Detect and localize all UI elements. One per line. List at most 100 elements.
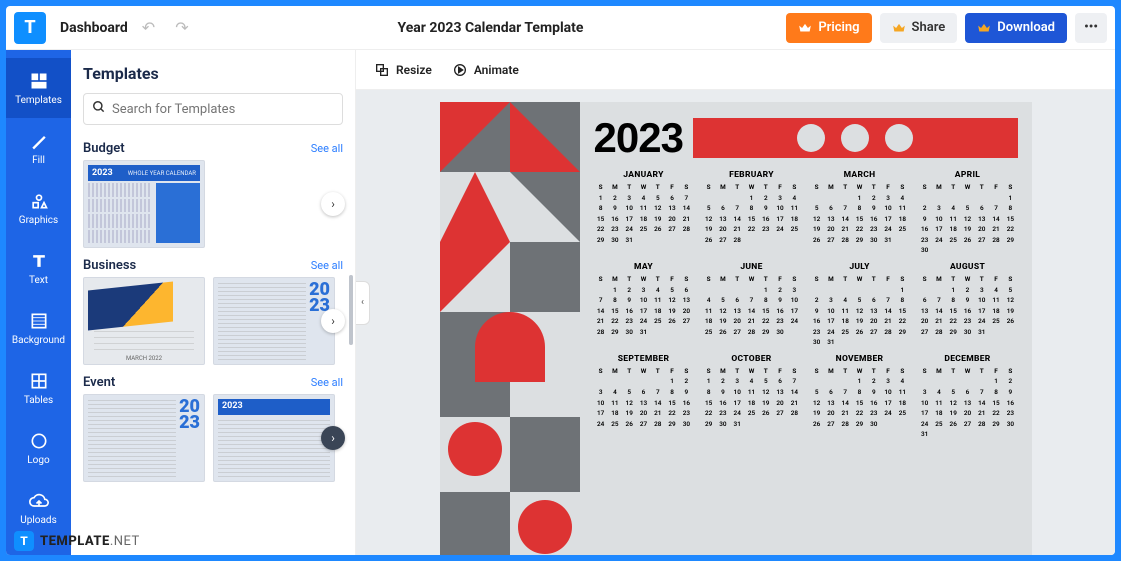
dow-header: T xyxy=(759,366,773,377)
rail-item-tables[interactable]: Tables xyxy=(6,358,71,418)
day-cell: 27 xyxy=(918,327,932,338)
pricing-button[interactable]: Pricing xyxy=(786,13,871,43)
day-cell: 5 xyxy=(622,387,636,398)
day-cell: 7 xyxy=(651,387,665,398)
day-cell: 8 xyxy=(702,387,716,398)
day-cell: 9 xyxy=(716,387,730,398)
search-field[interactable] xyxy=(112,102,334,117)
dow-header: M xyxy=(716,182,730,193)
rail-item-templates[interactable]: Templates xyxy=(6,58,71,118)
month-name: MAY xyxy=(594,262,694,272)
seeall-event[interactable]: See all xyxy=(311,376,343,389)
calendar-artwork xyxy=(440,102,580,555)
day-cell: 4 xyxy=(989,285,1003,296)
download-button[interactable]: Download xyxy=(965,13,1067,43)
dow-header: T xyxy=(759,182,773,193)
template-thumb[interactable]: 2023WHOLE YEAR CALENDAR xyxy=(83,160,205,248)
day-cell: 26 xyxy=(759,408,773,419)
search-templates-input[interactable] xyxy=(83,93,343,125)
dow-header: W xyxy=(852,274,866,285)
day-cell: 6 xyxy=(730,295,744,306)
day-cell: 3 xyxy=(881,193,895,204)
dow-header: F xyxy=(989,274,1003,285)
animate-button[interactable]: Animate xyxy=(452,62,519,78)
dow-header: F xyxy=(989,182,1003,193)
template-thumb[interactable]: 2023 xyxy=(213,394,335,482)
month-july: JULYSMTWTFS......12345678910111213141516… xyxy=(810,262,910,350)
canvas-area: ‹ Resize Animate xyxy=(356,50,1115,555)
more-button[interactable]: ••• xyxy=(1075,13,1107,43)
search-icon xyxy=(92,100,106,118)
dow-header: F xyxy=(773,366,787,377)
dow-header: W xyxy=(636,182,650,193)
day-cell: 12 xyxy=(1003,295,1017,306)
watermark: T TEMPLATE.NET xyxy=(14,531,140,551)
carousel-next-button[interactable]: › xyxy=(321,192,345,216)
calendar-design[interactable]: 2023 JANUARYSMTWTFS123456789101112131415… xyxy=(440,102,1032,555)
day-cell: 1 xyxy=(989,376,1003,387)
month-name: FEBRUARY xyxy=(702,170,802,180)
panel-scrollbar[interactable] xyxy=(349,275,353,345)
resize-button[interactable]: Resize xyxy=(374,62,432,78)
day-cell: 23 xyxy=(867,224,881,235)
day-cell: 26 xyxy=(665,316,679,327)
app-logo[interactable]: T xyxy=(14,12,46,44)
seeall-business[interactable]: See all xyxy=(311,259,343,272)
day-cell: 23 xyxy=(716,408,730,419)
dashboard-link[interactable]: Dashboard xyxy=(60,20,128,36)
day-cell: 27 xyxy=(665,224,679,235)
day-cell: 2 xyxy=(867,193,881,204)
dow-header: W xyxy=(636,274,650,285)
rail-item-text[interactable]: Text xyxy=(6,238,71,298)
dow-header: T xyxy=(651,366,665,377)
day-cell: 12 xyxy=(946,398,960,409)
day-cell: 21 xyxy=(730,224,744,235)
day-cell: 14 xyxy=(679,203,693,214)
rail-item-uploads[interactable]: Uploads xyxy=(6,478,71,538)
collapse-panel-button[interactable]: ‹ xyxy=(356,281,370,325)
dow-header: T xyxy=(730,182,744,193)
rail-item-logo[interactable]: Logo xyxy=(6,418,71,478)
day-cell: 24 xyxy=(773,224,787,235)
day-cell: 2 xyxy=(867,376,881,387)
seeall-budget[interactable]: See all xyxy=(311,142,343,155)
rail-item-graphics[interactable]: Graphics xyxy=(6,178,71,238)
template-thumb[interactable]: MARCH 2022 xyxy=(83,277,205,365)
day-cell: 10 xyxy=(881,203,895,214)
dow-header: T xyxy=(838,274,852,285)
category-budget: Budget xyxy=(83,141,125,156)
dow-header: W xyxy=(852,366,866,377)
day-cell: 23 xyxy=(759,224,773,235)
day-cell: 17 xyxy=(730,398,744,409)
dow-header: M xyxy=(824,182,838,193)
redo-button[interactable]: ↷ xyxy=(169,14,194,41)
day-cell: 23 xyxy=(773,316,787,327)
day-cell: 30 xyxy=(622,327,636,338)
template-thumb[interactable]: 2023 xyxy=(213,277,335,365)
dow-header: T xyxy=(838,366,852,377)
day-cell: 30 xyxy=(1003,419,1017,430)
dow-header: S xyxy=(895,274,909,285)
share-button[interactable]: Share xyxy=(880,13,958,43)
day-cell: 2 xyxy=(608,193,622,204)
rail-item-background[interactable]: Background xyxy=(6,298,71,358)
dow-header: F xyxy=(665,366,679,377)
day-cell: 21 xyxy=(881,316,895,327)
day-cell: 4 xyxy=(946,203,960,214)
day-cell: 27 xyxy=(716,235,730,246)
carousel-next-button[interactable]: › xyxy=(321,309,345,333)
rail-item-fill[interactable]: Fill xyxy=(6,118,71,178)
day-cell: 5 xyxy=(702,203,716,214)
carousel-next-button[interactable]: › xyxy=(321,426,345,450)
month-october: OCTOBERSMTWTFS12345678910111213141516171… xyxy=(702,354,802,442)
day-cell: 14 xyxy=(594,306,608,317)
day-cell: 8 xyxy=(946,295,960,306)
undo-button[interactable]: ↶ xyxy=(136,14,161,41)
day-cell: 11 xyxy=(608,398,622,409)
template-thumb[interactable]: 2023 xyxy=(83,394,205,482)
day-cell: 24 xyxy=(881,408,895,419)
day-cell: 19 xyxy=(665,306,679,317)
dow-header: W xyxy=(744,366,758,377)
day-cell: 20 xyxy=(824,408,838,419)
dow-header: S xyxy=(918,366,932,377)
